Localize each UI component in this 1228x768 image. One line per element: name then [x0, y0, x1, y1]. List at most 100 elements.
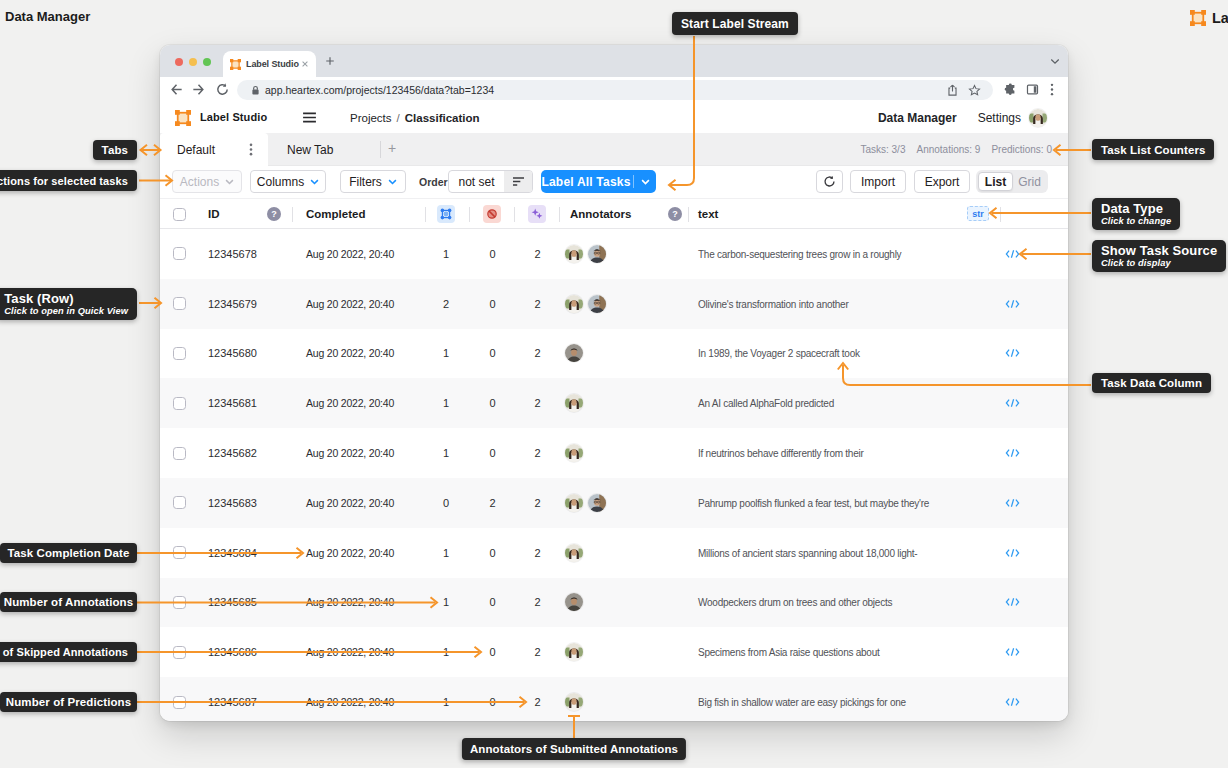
- row-checkbox[interactable]: [173, 646, 186, 659]
- show-source-icon[interactable]: [1005, 245, 1020, 263]
- annotator-avatar[interactable]: [565, 344, 583, 362]
- skipped-annotations-column-icon[interactable]: [483, 205, 501, 223]
- annotator-avatar[interactable]: [588, 295, 606, 313]
- hamburger-menu-icon[interactable]: [302, 112, 317, 123]
- annotator-avatar[interactable]: [565, 593, 583, 611]
- task-row[interactable]: 12345681Aug 20 2022, 20:40102An AI calle…: [160, 378, 1068, 428]
- show-source-icon[interactable]: [1005, 544, 1020, 562]
- show-source-icon[interactable]: [1005, 344, 1020, 362]
- show-source-icon[interactable]: [1005, 494, 1020, 512]
- tab-search-chevron-icon[interactable]: [1050, 58, 1060, 65]
- column-header-text[interactable]: text: [698, 208, 718, 220]
- browser-menu-dots-icon[interactable]: [1050, 83, 1054, 96]
- column-divider: [1000, 207, 1001, 222]
- browser-tab[interactable]: Label Studio: [223, 51, 316, 77]
- annotator-avatar[interactable]: [565, 394, 583, 412]
- row-checkbox[interactable]: [173, 297, 186, 310]
- filters-button[interactable]: Filters: [340, 170, 406, 193]
- task-row[interactable]: 12345679Aug 20 2022, 20:40202Olivine's t…: [160, 279, 1068, 329]
- nav-data-manager[interactable]: Data Manager: [878, 111, 957, 125]
- show-source-icon[interactable]: [1005, 643, 1020, 661]
- export-button[interactable]: Export: [914, 170, 970, 193]
- annotator-avatar[interactable]: [565, 444, 583, 462]
- tab-options-kebab-icon[interactable]: [249, 143, 253, 156]
- tab-close-icon[interactable]: [301, 60, 309, 68]
- url-text: app.heartex.com/projects/123456/data?tab…: [265, 84, 494, 96]
- counter-tasks: Tasks: 3/3: [860, 144, 905, 155]
- breadcrumb-projects[interactable]: Projects: [350, 112, 392, 124]
- annotator-avatar[interactable]: [565, 544, 583, 562]
- row-checkbox[interactable]: [173, 347, 186, 360]
- url-bar[interactable]: app.heartex.com/projects/123456/data?tab…: [237, 80, 993, 100]
- annotator-avatar[interactable]: [588, 494, 606, 512]
- share-icon[interactable]: [946, 84, 959, 97]
- row-checkbox[interactable]: [173, 397, 186, 410]
- annotator-avatar[interactable]: [565, 643, 583, 661]
- cell-annotations-count: 0: [436, 497, 456, 509]
- column-divider: [514, 207, 515, 222]
- view-list-button[interactable]: List: [978, 172, 1013, 191]
- add-tab-plus-icon[interactable]: +: [388, 140, 396, 156]
- actions-button[interactable]: Actions: [172, 170, 242, 193]
- mac-minimize-button[interactable]: [189, 58, 197, 66]
- show-source-icon[interactable]: [1005, 444, 1020, 462]
- bookmark-star-icon[interactable]: [968, 84, 981, 97]
- task-row[interactable]: 12345687Aug 20 2022, 20:40102Big fish in…: [160, 677, 1068, 721]
- view-grid-button[interactable]: Grid: [1013, 172, 1046, 191]
- row-checkbox[interactable]: [173, 247, 186, 260]
- cell-predictions-count: 2: [528, 298, 548, 310]
- annotator-avatar[interactable]: [565, 693, 583, 711]
- task-row[interactable]: 12345685Aug 20 2022, 20:40102Woodpeckers…: [160, 578, 1068, 628]
- column-header-id[interactable]: ID: [208, 208, 220, 220]
- extensions-puzzle-icon[interactable]: [1004, 83, 1017, 96]
- row-checkbox[interactable]: [173, 596, 186, 609]
- task-row[interactable]: 12345684Aug 20 2022, 20:40102Millions of…: [160, 528, 1068, 578]
- annotator-avatar[interactable]: [588, 245, 606, 263]
- annotations-column-icon[interactable]: [437, 205, 455, 223]
- data-type-badge[interactable]: str: [967, 206, 989, 221]
- label-all-tasks-button[interactable]: Label All Tasks: [541, 170, 656, 193]
- task-row[interactable]: 12345686Aug 20 2022, 20:40102Specimens f…: [160, 627, 1068, 677]
- show-source-icon[interactable]: [1005, 693, 1020, 711]
- nav-settings[interactable]: Settings: [978, 111, 1021, 125]
- row-checkbox[interactable]: [173, 546, 186, 559]
- sidepanel-icon[interactable]: [1026, 83, 1039, 96]
- mac-close-button[interactable]: [175, 58, 183, 66]
- order-control[interactable]: not set: [448, 170, 533, 193]
- task-row[interactable]: 12345683Aug 20 2022, 20:40022Pahrump poo…: [160, 478, 1068, 528]
- task-row[interactable]: 12345678Aug 20 2022, 20:40102The carbon-…: [160, 229, 1068, 279]
- back-icon[interactable]: [169, 82, 184, 97]
- cell-predictions-count: 2: [528, 248, 548, 260]
- help-icon[interactable]: ?: [267, 207, 281, 221]
- cell-task-text: Specimens from Asia raise questions abou…: [698, 647, 880, 658]
- column-header-annotators[interactable]: Annotators: [570, 208, 631, 220]
- label-all-tasks-chevron[interactable]: [634, 179, 656, 185]
- annotator-avatar[interactable]: [565, 295, 583, 313]
- help-icon[interactable]: ?: [668, 207, 682, 221]
- show-source-icon[interactable]: [1005, 593, 1020, 611]
- app-brand: Label Studio: [200, 111, 267, 123]
- task-row[interactable]: 12345682Aug 20 2022, 20:40102If neutrino…: [160, 428, 1068, 478]
- row-checkbox[interactable]: [173, 447, 186, 460]
- row-checkbox[interactable]: [173, 496, 186, 509]
- select-all-checkbox[interactable]: [173, 208, 186, 221]
- import-button[interactable]: Import: [850, 170, 906, 193]
- column-header-completed[interactable]: Completed: [306, 208, 365, 220]
- show-source-icon[interactable]: [1005, 295, 1020, 313]
- user-avatar[interactable]: [1029, 109, 1047, 127]
- new-tab-plus-icon[interactable]: [325, 56, 335, 66]
- forward-icon[interactable]: [191, 82, 206, 97]
- sort-direction-button[interactable]: [504, 171, 532, 192]
- tab-new-tab[interactable]: New Tab: [287, 133, 333, 166]
- predictions-column-icon[interactable]: [528, 205, 546, 223]
- cell-task-id: 12345681: [208, 397, 257, 409]
- show-source-icon[interactable]: [1005, 394, 1020, 412]
- mac-zoom-button[interactable]: [203, 58, 211, 66]
- columns-button[interactable]: Columns: [250, 170, 326, 193]
- refresh-button[interactable]: [816, 170, 843, 193]
- task-row[interactable]: 12345680Aug 20 2022, 20:40102In 1989, th…: [160, 329, 1068, 379]
- reload-icon[interactable]: [215, 82, 230, 97]
- annotator-avatar[interactable]: [565, 494, 583, 512]
- row-checkbox[interactable]: [173, 696, 186, 709]
- annotator-avatar[interactable]: [565, 245, 583, 263]
